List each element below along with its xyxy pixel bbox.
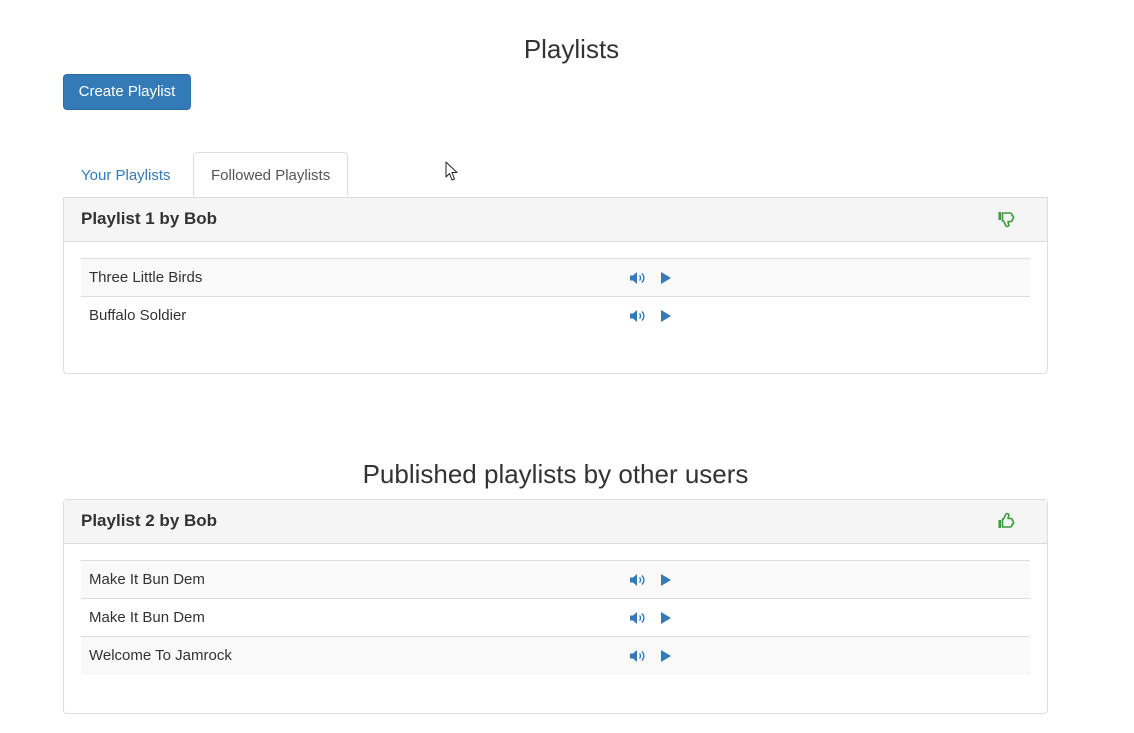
tab-followed-playlists[interactable]: Followed Playlists <box>193 152 349 197</box>
song-title: Make It Bun Dem <box>89 571 205 588</box>
volume-icon[interactable] <box>629 610 647 626</box>
play-icon[interactable] <box>657 648 675 664</box>
panel-heading: Playlist 1 by Bob <box>64 198 1047 242</box>
volume-icon[interactable] <box>629 270 647 286</box>
volume-icon[interactable] <box>629 308 647 324</box>
volume-icon[interactable] <box>629 648 647 664</box>
playlists-page: Playlists Create Playlist Your Playlists… <box>0 0 1134 733</box>
song-list: Make It Bun Dem Make It Bun Dem Welcome … <box>81 560 1030 675</box>
play-icon[interactable] <box>657 270 675 286</box>
thumbs-down-icon[interactable] <box>997 209 1017 229</box>
thumbs-up-icon[interactable] <box>997 511 1017 531</box>
panel-body: Make It Bun Dem Make It Bun Dem Welcome … <box>64 544 1047 675</box>
panel-heading: Playlist 2 by Bob <box>64 500 1047 544</box>
song-title: Make It Bun Dem <box>89 609 205 626</box>
play-icon[interactable] <box>657 572 675 588</box>
song-row: Make It Bun Dem <box>81 598 1030 637</box>
play-icon[interactable] <box>657 308 675 324</box>
song-row: Welcome To Jamrock <box>81 636 1030 675</box>
playlist-title: Playlist 2 by Bob <box>81 511 218 530</box>
song-list: Three Little Birds Buffalo Soldier <box>81 258 1030 335</box>
playlist-title: Playlist 1 by Bob <box>81 209 218 228</box>
mouse-cursor-icon <box>445 161 458 181</box>
published-playlist-panel: Playlist 2 by Bob Make It Bun Dem Make I… <box>63 499 1048 714</box>
play-icon[interactable] <box>657 610 675 626</box>
published-section-title: Published playlists by other users <box>362 459 749 489</box>
song-row: Make It Bun Dem <box>81 560 1030 599</box>
create-playlist-button[interactable]: Create Playlist <box>63 74 191 110</box>
song-title: Welcome To Jamrock <box>89 647 232 665</box>
song-title: Buffalo Soldier <box>89 307 187 325</box>
song-title: Three Little Birds <box>89 269 203 286</box>
song-row: Three Little Birds <box>81 258 1030 297</box>
playlist-tabs: Your Playlists Followed Playlists <box>63 152 349 197</box>
tab-your-playlists[interactable]: Your Playlists <box>63 152 193 197</box>
volume-icon[interactable] <box>629 572 647 588</box>
panel-body: Three Little Birds Buffalo Soldier <box>64 242 1047 335</box>
followed-playlist-panel: Playlist 1 by Bob Three Little Birds Buf… <box>63 197 1048 374</box>
song-row: Buffalo Soldier <box>81 296 1030 335</box>
page-title: Playlists <box>523 34 620 64</box>
